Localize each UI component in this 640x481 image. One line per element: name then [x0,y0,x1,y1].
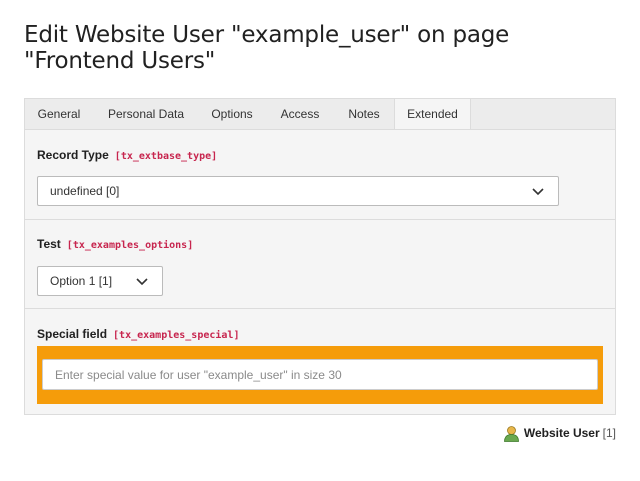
chevron-down-icon [136,278,148,286]
tab-personal-data[interactable]: Personal Data [93,99,199,130]
tab-options[interactable]: Options [199,99,265,130]
special-field-input[interactable] [42,359,598,390]
special-field-label-text: Special field [37,327,108,341]
tab-panel-extended: Record Type [tx_extbase_type] undefined [… [24,129,616,415]
user-icon [503,425,519,442]
test-field-key: [tx_examples_options] [66,240,194,251]
tab-notes[interactable]: Notes [335,99,393,130]
tab-extended[interactable]: Extended [394,98,471,132]
record-type-field-key: [tx_extbase_type] [114,151,218,162]
test-select-value: Option 1 [1] [50,274,113,288]
record-uid: [1] [602,426,616,440]
tab-access[interactable]: Access [265,99,335,130]
record-type-select[interactable]: undefined [0] [37,176,559,206]
tab-general[interactable]: General [25,99,93,130]
special-field-label: Special field [tx_examples_special] [37,327,239,341]
record-type-link[interactable]: Website User [524,425,600,441]
record-type-label: Record Type [tx_extbase_type] [37,148,217,162]
section-record-type: Record Type [tx_extbase_type] undefined [… [25,130,615,219]
special-field-highlight [37,346,603,404]
test-label: Test [tx_examples_options] [37,237,193,251]
special-field-key: [tx_examples_special] [113,330,240,341]
section-special-field: Special field [tx_examples_special] [25,308,615,415]
record-type-select-value: undefined [0] [50,184,120,198]
section-test: Test [tx_examples_options] Option 1 [1] [25,219,615,309]
page-title: Edit Website User "example_user" on page… [24,22,510,74]
test-select[interactable]: Option 1 [1] [37,266,163,296]
test-label-text: Test [37,237,61,251]
chevron-down-icon [532,188,544,196]
record-info: Website User [1] [503,424,616,442]
tab-bar: General Personal Data Options Access Not… [24,98,616,132]
record-type-label-text: Record Type [37,148,109,162]
